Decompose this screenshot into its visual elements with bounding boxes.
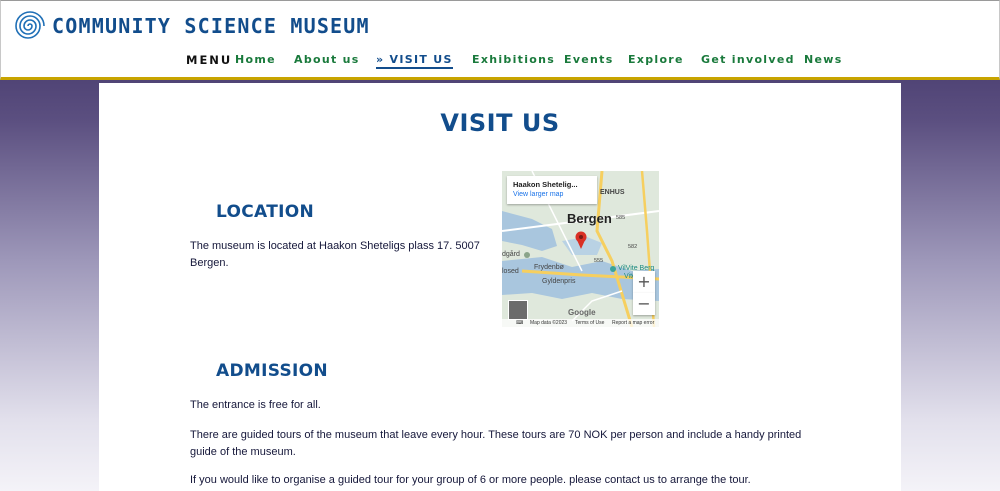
- map-road-582: 582: [628, 244, 638, 250]
- map-info-card: Haakon Shetelig... View larger map: [507, 176, 597, 204]
- zoom-in-button[interactable]: +: [633, 271, 655, 293]
- location-map[interactable]: Haakon Shetelig... View larger map Berge…: [502, 171, 659, 327]
- map-footer: ⌨ Map data ©2023 Terms of Use Report a m…: [502, 319, 659, 327]
- main-content: VISIT US LOCATION The museum is located …: [99, 83, 901, 491]
- location-text: The museum is located at Haakon Shetelig…: [190, 240, 480, 269]
- location-heading: LOCATION: [216, 202, 314, 222]
- main-nav: MENU Home About us » VISIT US Exhibition…: [1, 53, 1000, 71]
- map-place-name: Haakon Shetelig...: [513, 180, 578, 189]
- map-label-closed: losed: [502, 268, 519, 275]
- nav-news[interactable]: News: [804, 53, 843, 66]
- admission-free-text: The entrance is free for all.: [190, 399, 321, 411]
- nav-about-us[interactable]: About us: [294, 53, 360, 66]
- admission-group-text: If you would like to organise a guided t…: [190, 474, 751, 486]
- spiral-logo-icon[interactable]: [10, 7, 46, 45]
- site-title[interactable]: COMMUNITY SCIENCE MUSEUM: [52, 14, 370, 38]
- menu-label: MENU: [186, 53, 233, 67]
- map-report-error-link[interactable]: Report a map error: [612, 319, 654, 327]
- map-label-frydenbo: Frydenbø: [534, 264, 564, 271]
- map-city-label: Bergen: [567, 211, 612, 226]
- site-header: COMMUNITY SCIENCE MUSEUM MENU Home About…: [0, 0, 1000, 80]
- page-title: VISIT US: [440, 109, 560, 137]
- nav-exhibitions[interactable]: Exhibitions: [472, 53, 555, 66]
- view-larger-map-link[interactable]: View larger map: [513, 191, 591, 198]
- map-data-credit: Map data ©2023: [530, 320, 568, 326]
- nav-get-involved[interactable]: Get involved: [701, 53, 795, 66]
- admission-tours-text: There are guided tours of the museum tha…: [190, 429, 802, 458]
- keyboard-shortcuts-icon[interactable]: ⌨: [516, 319, 523, 327]
- nav-events[interactable]: Events: [564, 53, 614, 66]
- map-road-585: 585: [616, 215, 626, 221]
- satellite-toggle-thumbnail[interactable]: [508, 300, 528, 320]
- map-label-gyldenpris: Gyldenpris: [542, 278, 576, 285]
- admission-heading: ADMISSION: [216, 361, 328, 381]
- zoom-out-button[interactable]: −: [633, 293, 655, 315]
- nav-home[interactable]: Home: [235, 53, 276, 66]
- google-logo: Google: [568, 308, 596, 317]
- nav-explore[interactable]: Explore: [628, 53, 684, 66]
- map-terms-link[interactable]: Terms of Use: [575, 319, 604, 327]
- map-road-555: 555: [594, 258, 604, 264]
- nav-visit-us[interactable]: » VISIT US: [376, 53, 453, 69]
- map-label-enhus: ENHUS: [600, 189, 625, 196]
- map-label-dgard: dgård: [502, 251, 520, 258]
